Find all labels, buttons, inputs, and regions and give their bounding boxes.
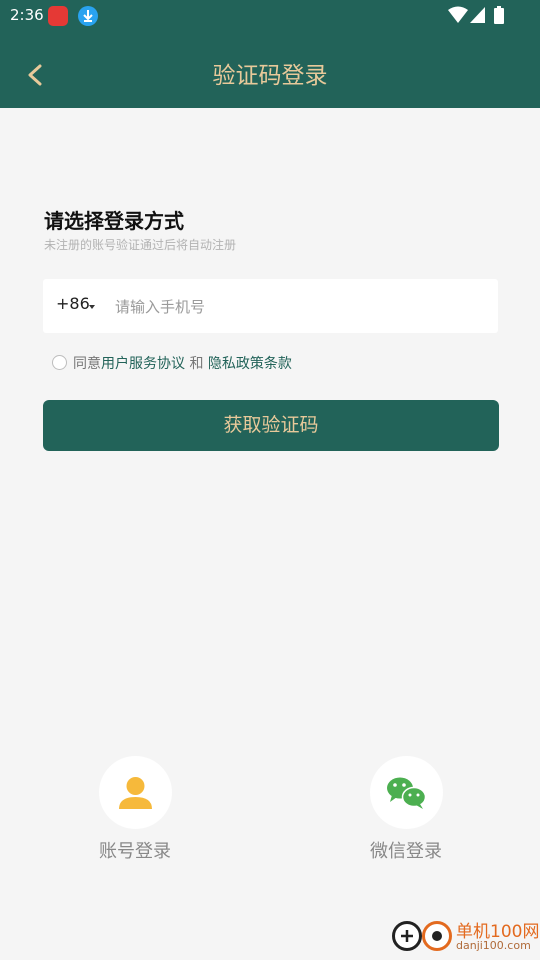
- app-header: 2:36 验证码登录: [0, 0, 540, 108]
- status-bar: 2:36: [0, 0, 540, 32]
- signal-icon: [470, 7, 485, 23]
- phone-input[interactable]: [113, 289, 487, 325]
- watermark-plus-icon: [392, 921, 422, 951]
- wifi-icon: [448, 6, 468, 23]
- privacy-policy-link[interactable]: 隐私政策条款: [208, 356, 292, 372]
- download-icon: [78, 6, 98, 26]
- user-agreement-link[interactable]: 用户服务协议: [101, 356, 185, 372]
- account-login-button[interactable]: [98, 756, 172, 829]
- watermark-dot-icon: [422, 921, 452, 951]
- phone-field: +86: [43, 279, 498, 333]
- user-icon: [118, 777, 152, 809]
- agreement-radio[interactable]: [52, 355, 67, 370]
- battery-icon: [494, 6, 504, 24]
- watermark-url: danji100.com: [456, 939, 531, 952]
- agreement-row: 同意用户服务协议 和 隐私政策条款: [52, 353, 292, 373]
- login-heading: 请选择登录方式: [44, 209, 184, 233]
- app-notification-icon: [48, 6, 68, 26]
- status-time: 2:36: [10, 6, 44, 24]
- watermark: 单机100网 danji100.com: [388, 915, 539, 960]
- wechat-login-label: 微信登录: [370, 841, 442, 862]
- wechat-login-button[interactable]: [369, 756, 443, 829]
- page-title: 验证码登录: [212, 63, 328, 89]
- get-code-button[interactable]: 获取验证码: [43, 400, 499, 451]
- dropdown-caret-icon[interactable]: [89, 305, 95, 309]
- country-code-selector[interactable]: +86: [56, 294, 90, 313]
- agreement-and: 和: [189, 356, 204, 372]
- wechat-icon: [386, 777, 426, 809]
- account-login-option[interactable]: 账号登录: [65, 756, 205, 863]
- wechat-login-option[interactable]: 微信登录: [336, 756, 476, 863]
- agreement-prefix: 同意: [73, 356, 101, 372]
- login-subheading: 未注册的账号验证通过后将自动注册: [44, 238, 237, 252]
- account-login-label: 账号登录: [99, 841, 171, 862]
